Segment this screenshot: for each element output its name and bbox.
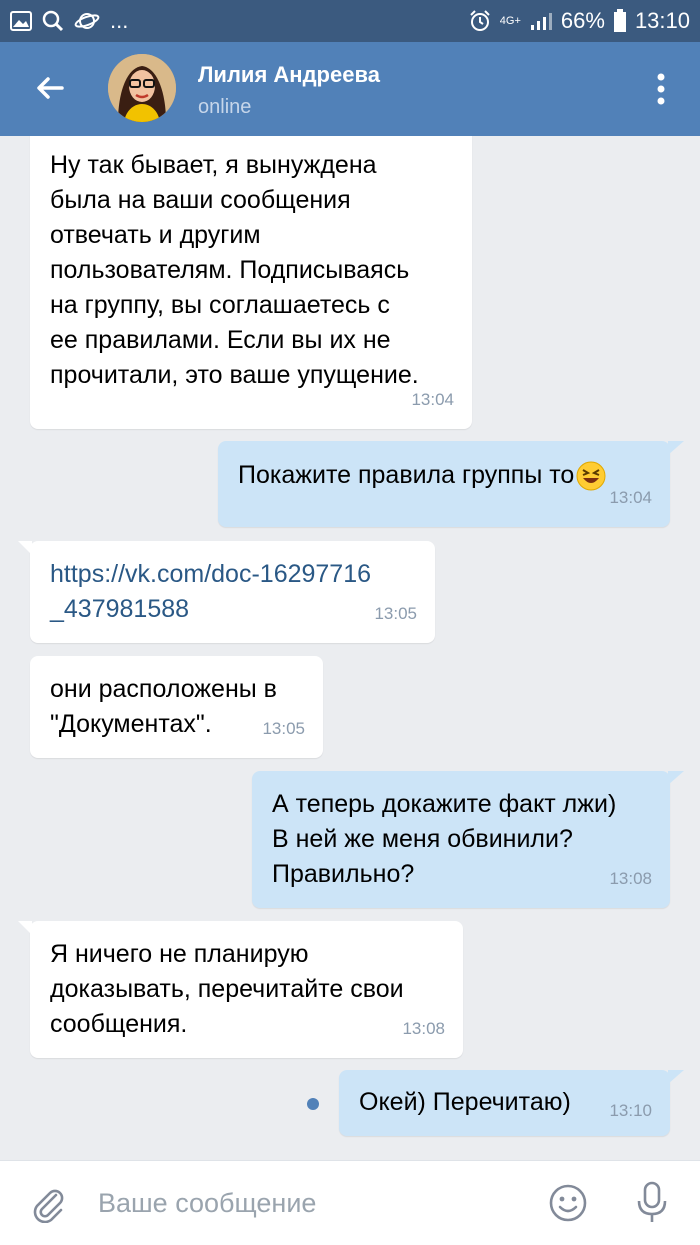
planet-icon <box>74 13 100 29</box>
bubble-tail <box>668 1070 684 1084</box>
battery-percent: 66% <box>560 8 605 33</box>
bubble-tail <box>668 771 684 785</box>
signal-icon <box>530 13 552 30</box>
chat-header: Лилия Андреева online <box>0 42 700 136</box>
message-outgoing[interactable]: Покажите правила группы то 13:04 <box>218 441 684 527</box>
message-time: 13:04 <box>609 488 652 507</box>
alarm-icon <box>470 10 490 31</box>
message-incoming[interactable]: https://vk.com/doc-16297716 _437981588 1… <box>18 541 435 643</box>
bubble-tail <box>18 921 32 935</box>
message-incoming[interactable]: они расположены в "Документах". 13:05 <box>30 656 323 758</box>
message-time: 13:05 <box>262 719 305 738</box>
status-bar: ... 4G+ 66% 13:10 <box>0 0 700 42</box>
message-link[interactable]: https://vk.com/doc-16297716 _437981588 <box>50 557 415 627</box>
avatar[interactable] <box>108 54 176 122</box>
mic-icon[interactable] <box>634 1181 670 1225</box>
message-incoming[interactable]: Я ничего не планирую доказывать, перечит… <box>18 921 463 1058</box>
message-time: 13:08 <box>402 1019 445 1038</box>
back-arrow-icon[interactable] <box>28 66 72 110</box>
grinning-squinting-face-emoji <box>576 461 606 490</box>
more-notifications: ... <box>110 8 129 33</box>
contact-name[interactable]: Лилия Андреева <box>198 62 380 88</box>
battery-icon <box>613 9 626 32</box>
contact-status: online <box>198 96 252 118</box>
message-text: Окей) Перечитаю) <box>359 1088 571 1116</box>
search-icon <box>42 10 64 32</box>
message-list[interactable]: Ну так бывает, я вынуждена была на ваши … <box>0 136 700 1160</box>
message-time: 13:10 <box>609 1101 652 1120</box>
message-time: 13:04 <box>411 390 454 409</box>
bubble-tail <box>668 441 684 455</box>
attach-icon[interactable] <box>28 1183 68 1223</box>
message-time: 13:08 <box>609 869 652 888</box>
message-text: Ну так бывает, я вынуждена была на ваши … <box>50 151 419 389</box>
clock: 13:10 <box>634 8 690 33</box>
message-outgoing[interactable]: А теперь докажите факт лжи) В ней же мен… <box>252 771 684 908</box>
message-text: Я ничего не планирую доказывать, перечит… <box>50 940 404 1038</box>
bubble-tail <box>18 541 32 555</box>
message-composer: Ваше сообщение <box>0 1160 700 1245</box>
message-incoming[interactable]: Ну так бывает, я вынуждена была на ваши … <box>30 136 472 429</box>
message-time: 13:05 <box>374 604 417 623</box>
message-text: А теперь докажите факт лжи) В ней же мен… <box>272 790 617 888</box>
unread-indicator <box>307 1098 319 1110</box>
message-outgoing[interactable]: Окей) Перечитаю) 13:10 <box>339 1070 684 1136</box>
more-vert-icon[interactable] <box>644 70 678 108</box>
network-type: 4G+ <box>499 14 521 27</box>
message-input[interactable]: Ваше сообщение <box>98 1188 316 1219</box>
gallery-icon <box>10 11 32 31</box>
emoji-icon[interactable] <box>548 1183 588 1223</box>
message-text: Покажите правила группы то <box>238 461 575 489</box>
